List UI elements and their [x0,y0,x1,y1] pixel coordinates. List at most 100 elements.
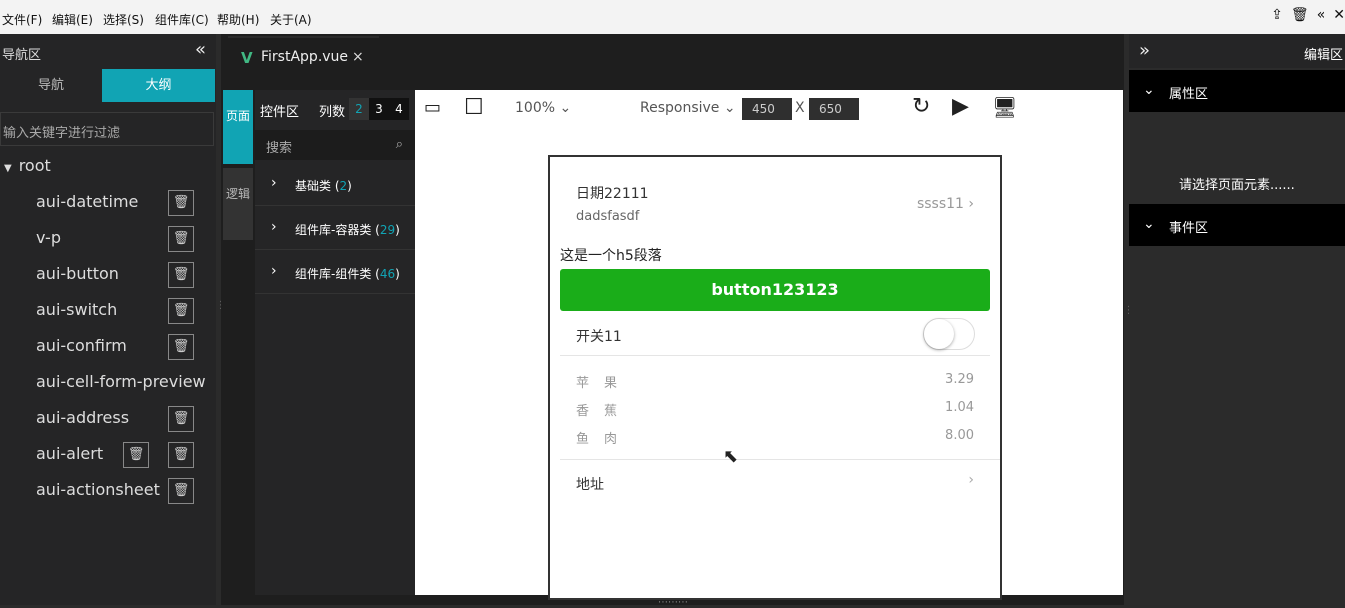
properties-label: 属性区 [1169,87,1209,102]
menu-about[interactable]: 关于(A) [270,11,312,28]
delete-icon[interactable]: 🗑 [168,334,194,360]
category-count: 46 [379,267,396,281]
dimension-separator: X [795,100,805,116]
tab-page[interactable]: 页面 [223,90,253,164]
tree-item[interactable]: aui-switch [36,300,117,319]
switch-label: 开关11 [576,329,622,345]
category-label: 组件库-组件类 [295,267,372,281]
divider [560,355,990,356]
category-container[interactable]: › 组件库-容器类 (29) [255,206,415,250]
square-icon[interactable]: ☐ [464,95,484,120]
category-components[interactable]: › 组件库-组件类 (46) [255,250,415,294]
menu-file[interactable]: 文件(F) [2,11,42,28]
tree-item[interactable]: aui-cell-form-preview [36,372,206,391]
tree-item[interactable]: v-p [36,228,61,247]
edit-header: » 编辑区 [1129,34,1345,68]
tab-outline[interactable]: 大纲 [102,69,215,102]
close-tab-icon[interactable]: × [352,49,364,65]
columns-label: 列数 [319,105,346,120]
play-icon[interactable]: ▶ [952,94,969,119]
fruit-price: 3.29 [945,372,974,387]
tab-logic[interactable]: 逻辑 [223,168,253,240]
menu-select[interactable]: 选择(S) [103,11,144,28]
vue-logo-icon: V [241,49,253,67]
file-tab-name: FirstApp.vue [261,49,349,65]
file-tab[interactable]: V FirstApp.vue × [228,36,379,74]
responsive-label: Responsive [640,100,720,116]
tree-item[interactable]: aui-alert [36,444,103,463]
close-icon[interactable]: ✕ [1333,8,1345,22]
expand-right-icon[interactable]: » [1139,40,1150,61]
tree-item[interactable]: aui-button [36,264,119,283]
landscape-icon[interactable]: ▭ [424,97,441,118]
tree-root[interactable]: ▼ root [4,156,51,175]
delete-icon[interactable]: 🗑 [168,478,194,504]
fruit-price: 1.04 [945,400,974,415]
datetime-title: 日期22111 [576,186,649,202]
delete-icon[interactable]: 🗑 [168,406,194,432]
refresh-icon[interactable]: ↻ [912,94,930,119]
datetime-cell[interactable]: ssss11 › [917,196,974,212]
events-section[interactable]: ⌄ 事件区 [1129,204,1345,246]
controls-search-placeholder: 搜索 [266,141,293,156]
caret-down-icon[interactable]: ▼ [4,163,12,174]
category-count: 29 [379,223,396,237]
chevron-right-icon: › [271,175,277,191]
switch-toggle[interactable] [923,318,975,350]
nav-title: 导航区 [2,48,42,63]
chevron-down-icon: ⌄ [1143,82,1155,98]
fruit-name: 香蕉 [576,404,633,419]
address-label[interactable]: 地址 [576,474,604,494]
responsive-select[interactable]: Responsive ⌄ [640,100,736,116]
delete-icon[interactable]: 🗑 [123,442,149,468]
tree-item[interactable]: aui-actionsheet [36,480,160,499]
menu-help[interactable]: 帮助(H) [217,11,259,28]
export-icon[interactable]: ⇪ [1271,8,1283,22]
chevron-right-icon: › [271,263,277,279]
canvas: ▭ ☐ 100% ⌄ Responsive ⌄ 450 X 650 ↻ ▶ 🖥 … [415,90,1123,600]
phone-preview: 日期22111 dadsfasdf ssss11 › 这是一个h5段落 butt… [548,155,1002,600]
h5-paragraph: 这是一个h5段落 [560,248,662,264]
category-label: 基础类 [295,179,332,193]
category-count: 2 [339,179,348,193]
category-basic[interactable]: › 基础类 (2) [255,162,415,206]
delete-icon[interactable]: 🗑 [168,190,194,216]
width-input[interactable]: 450 [742,98,792,120]
height-input[interactable]: 650 [809,98,859,120]
chevron-right-icon: › [271,219,277,235]
tree-item[interactable]: aui-datetime [36,192,138,211]
empty-selection-hint: 请选择页面元素...... [1179,178,1295,193]
filter-input[interactable]: 输入关键字进行过滤 [0,112,214,146]
primary-button[interactable]: button123123 [560,269,990,311]
column-option-3[interactable]: 3 [369,98,389,120]
tree-item[interactable]: aui-address [36,408,129,427]
column-option-4[interactable]: 4 [389,98,409,120]
trash-icon[interactable]: 🗑 [1291,8,1309,22]
delete-icon[interactable]: 🗑 [168,442,194,468]
controls-search-input[interactable]: 搜索 ⌕ [255,130,415,160]
delete-icon[interactable]: 🗑 [168,226,194,252]
search-icon[interactable]: ⌕ [396,137,403,152]
divider [560,459,1000,460]
column-option-2[interactable]: 2 [349,98,369,120]
bottom-splitter-handle[interactable]: ⋯⋯⋯ [658,597,688,608]
controls-panel: 控件区 列数 2 3 4 搜索 ⌕ › 基础类 (2) › 组件库-容器类 (2… [255,90,415,595]
properties-section[interactable]: ⌄ 属性区 [1129,70,1345,112]
chevron-down-icon: ⌄ [1143,216,1155,232]
tree-root-label: root [18,156,51,175]
chevron-right-icon[interactable]: › [968,472,974,488]
menu-components[interactable]: 组件库(C) [155,11,209,28]
zoom-select[interactable]: 100% ⌄ [515,100,571,116]
devices-icon[interactable]: 🖥 [992,95,1017,119]
collapse-left-icon[interactable]: « [1317,8,1326,22]
datetime-subtitle: dadsfasdf [576,209,640,224]
collapse-left-icon[interactable]: « [195,39,206,60]
delete-icon[interactable]: 🗑 [168,262,194,288]
nav-header: 导航区 « [0,34,216,69]
delete-icon[interactable]: 🗑 [168,298,194,324]
mouse-cursor-icon: ⬉ [723,446,739,467]
menu-edit[interactable]: 编辑(E) [52,11,93,28]
tab-navigation[interactable]: 导航 [0,69,102,102]
fruit-name: 苹果 [576,376,633,391]
tree-item[interactable]: aui-confirm [36,336,127,355]
